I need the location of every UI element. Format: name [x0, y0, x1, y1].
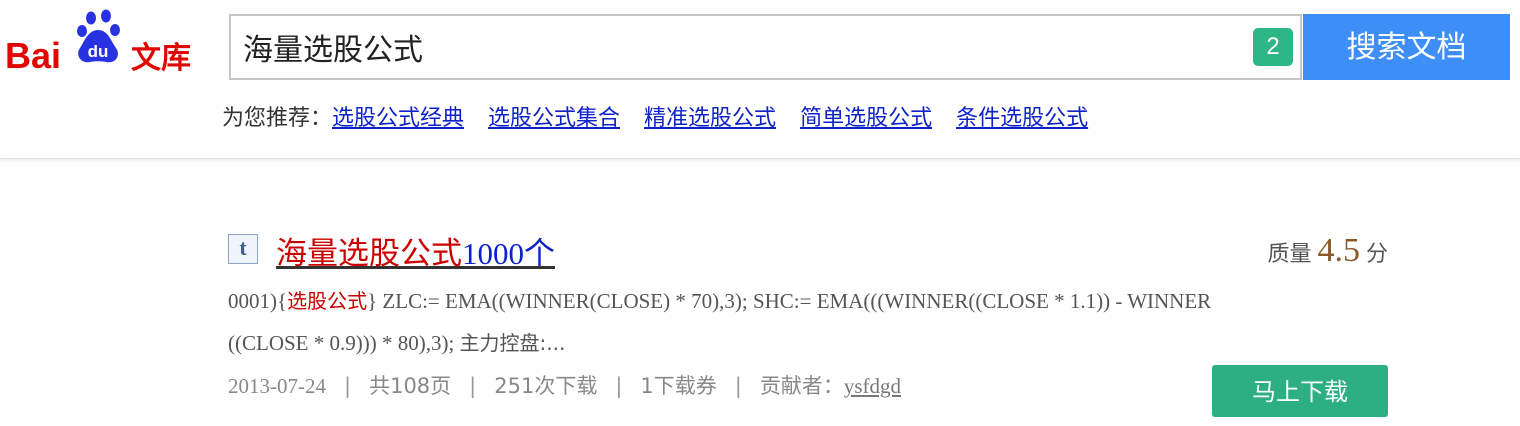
summary-text: ((CLOSE * 0.9))) * 80),3); [228, 331, 460, 355]
logo-du-text: du [88, 42, 109, 61]
recommend-label: 为您推荐： [222, 106, 333, 131]
recommend-link-5[interactable]: 条件选股公式 [956, 106, 1088, 131]
result-summary: 0001){选股公式} ZLC:= EMA((WINNER(CLOSE) * 7… [228, 280, 1378, 364]
recommend-bar: 为您推荐：选股公式经典 选股公式集合 精准选股公式 简单选股公式 条件选股公式 [222, 100, 1112, 132]
logo-bai-text: Bai [5, 35, 61, 76]
summary-text: 0001){ [228, 289, 288, 313]
download-button[interactable]: 马上下载 [1212, 365, 1388, 417]
quality-unit: 分 [1365, 242, 1388, 267]
summary-text-cn: 主力控盘:... [459, 331, 566, 355]
result-meta: 2013-07-24 | 共108页 | 251次下载 | 1下载券 | 贡献者：ysfdgd [228, 370, 901, 400]
result-title-link[interactable]: 海量选股公式1000个 [276, 228, 555, 273]
summary-highlight: 选股公式 [287, 289, 368, 313]
quality-label: 质量 [1267, 242, 1312, 267]
recommend-link-3[interactable]: 精准选股公式 [644, 106, 776, 131]
title-highlight: 海量选股公式 [276, 236, 462, 272]
meta-separator: | [615, 374, 623, 398]
download-count: 251次下载 [494, 374, 598, 398]
download-tickets: 1下载券 [640, 374, 717, 398]
page-count: 共108页 [369, 374, 452, 398]
txt-document-icon: t [228, 234, 258, 264]
meta-separator: | [344, 374, 352, 398]
summary-text: } ZLC:= EMA((WINNER(CLOSE) * 70),3); SHC… [367, 289, 1212, 313]
logo-wenku-text: 文库 [131, 41, 191, 76]
title-rest: 1000个 [462, 236, 555, 271]
meta-separator: | [469, 374, 477, 398]
contributor-label: 贡献者： [759, 374, 844, 398]
recommend-link-2[interactable]: 选股公式集合 [488, 106, 620, 131]
contributor-link[interactable]: ysfdgd [844, 374, 901, 398]
search-count-badge: 2 [1253, 28, 1293, 66]
upload-date: 2013-07-24 [228, 374, 326, 398]
search-result: t 海量选股公式1000个 质量 4.5 分 0001){选股公式} ZLC:= E… [228, 228, 1388, 418]
search-button[interactable]: 搜索文档 [1303, 14, 1510, 80]
quality-score: 4.5 [1317, 232, 1360, 269]
search-input[interactable] [243, 16, 1243, 78]
baidu-wenku-logo[interactable]: du Bai 文库 [5, 8, 210, 78]
search-box: 2 [229, 14, 1302, 80]
meta-separator: | [734, 374, 742, 398]
recommend-link-1[interactable]: 选股公式经典 [332, 106, 464, 131]
quality-rating: 质量 4.5 分 [1267, 232, 1388, 270]
recommend-link-4[interactable]: 简单选股公式 [800, 106, 932, 131]
header: du Bai 文库 2 搜索文档 为您推荐：选股公式经典选股公式集合精准选股公式… [0, 0, 1520, 159]
